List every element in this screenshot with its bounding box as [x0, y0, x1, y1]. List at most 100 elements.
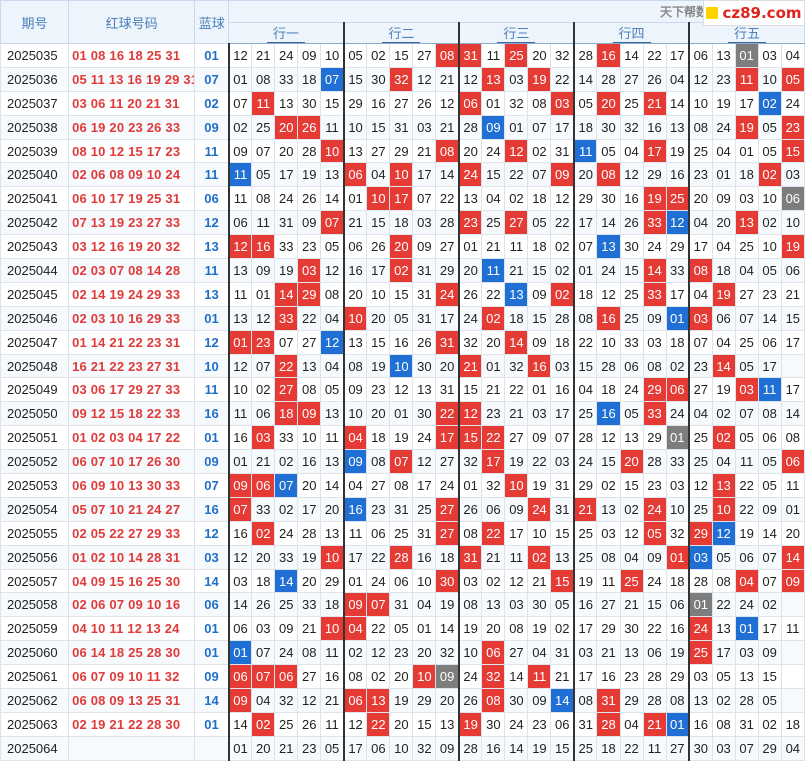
number-cell: 21	[780, 281, 805, 307]
number-cell: 21	[320, 688, 345, 713]
number-cell: 16	[366, 90, 391, 116]
number-cell: 30	[688, 735, 713, 761]
number-cell: 23	[688, 162, 713, 188]
period-cell: 2025041	[0, 186, 70, 212]
number-cell: 04	[711, 449, 736, 475]
number-cell-highlighted: 16	[527, 353, 552, 379]
number-cell: 09	[435, 735, 460, 761]
red-balls-cell: 06 19 20 23 26 33	[68, 114, 196, 140]
blue-ball-cell: 01	[194, 640, 230, 666]
number-cell: 05	[711, 544, 736, 570]
number-cell: 32	[504, 90, 529, 116]
number-cell: 10	[757, 234, 782, 260]
number-cell: 01	[504, 114, 529, 140]
number-cell: 30	[527, 592, 552, 618]
number-cell-highlighted: 09	[297, 401, 322, 427]
number-cell: 24	[665, 401, 690, 427]
number-cell-highlighted: 20	[274, 114, 299, 140]
number-cell-highlighted: 33	[642, 401, 667, 427]
number-cell-highlighted: 10	[389, 353, 414, 379]
table-row: 2025060 06 14 18 25 28 30 01 01 07 24 08 11 02 12…	[0, 640, 805, 666]
number-cell: 15	[642, 592, 667, 618]
number-cell: 13	[227, 305, 253, 331]
number-cell: 02	[274, 496, 299, 522]
number-cell-highlighted: 17	[642, 138, 667, 164]
number-cell-highlighted: 08	[481, 688, 506, 713]
period-cell: 2025062	[0, 688, 70, 713]
number-cell: 04	[481, 186, 506, 212]
red-balls-cell: 01 02 03 04 17 22	[68, 425, 196, 451]
number-cell: 02	[711, 688, 736, 713]
period-cell: 2025050	[0, 401, 70, 427]
number-cell: 03	[757, 43, 782, 68]
number-cell: 15	[366, 329, 391, 355]
number-cell: 15	[366, 114, 391, 140]
number-cell: 24	[642, 234, 667, 260]
number-cell: 13	[457, 186, 483, 212]
number-cell-highlighted: 01	[665, 305, 690, 331]
number-cell: 27	[366, 473, 391, 498]
number-cell: 06	[780, 258, 805, 283]
number-cell: 25	[572, 401, 598, 427]
number-cell: 02	[527, 138, 552, 164]
number-cell: 31	[550, 473, 575, 498]
number-cell: 23	[481, 401, 506, 427]
red-balls-cell: 02 03 07 08 14 28	[68, 258, 196, 283]
blue-ball-cell: 13	[194, 281, 230, 307]
number-cell-highlighted: 21	[642, 711, 667, 737]
number-cell: 19	[711, 90, 736, 116]
number-cell: 24	[274, 43, 299, 68]
number-cell: 04	[688, 210, 713, 236]
red-balls-cell: 03 06 11 20 21 31	[68, 90, 196, 116]
number-cell: 04	[780, 735, 805, 761]
number-cell: 23	[619, 664, 644, 690]
number-cell: 06	[227, 616, 253, 642]
number-cell-highlighted: 01	[227, 640, 253, 666]
number-cell: 21	[435, 66, 460, 92]
blue-ball-cell: 16	[194, 401, 230, 427]
number-cell-highlighted: 10	[366, 186, 391, 212]
number-cell: 33	[251, 496, 276, 522]
number-cell: 30	[412, 353, 437, 379]
number-cell: 10	[389, 735, 414, 761]
red-balls-cell: 02 05 22 27 29 33	[68, 520, 196, 546]
number-cell: 28	[457, 735, 483, 761]
blue-ball-cell: 09	[194, 114, 230, 140]
number-cell: 11	[734, 449, 759, 475]
number-cell-highlighted: 02	[481, 305, 506, 331]
blue-ball-cell: 01	[194, 305, 230, 331]
number-cell: 19	[734, 520, 759, 546]
number-cell: 17	[665, 43, 690, 68]
number-cell: 06	[227, 210, 253, 236]
number-cell: 17	[780, 377, 805, 403]
number-cell: 04	[619, 711, 644, 737]
number-cell: 20	[412, 640, 437, 666]
number-cell: 19	[527, 473, 552, 498]
number-cell-highlighted: 26	[297, 114, 322, 140]
number-cell: 29	[665, 234, 690, 260]
number-cell: 27	[366, 138, 391, 164]
table-row: 2025057 04 09 15 16 25 30 14 03 18 14 20 29 01 24…	[0, 568, 805, 594]
number-cell: 10	[412, 568, 437, 594]
blue-ball-cell: 01	[194, 43, 230, 68]
number-cell-highlighted: 24	[457, 162, 483, 188]
period-cell: 2025055	[0, 520, 70, 546]
period-cell: 2025036	[0, 66, 70, 92]
blue-ball-cell: 01	[194, 425, 230, 451]
number-cell: 21	[550, 664, 575, 690]
number-cell: 08	[251, 186, 276, 212]
number-cell: 16	[227, 520, 253, 546]
number-cell: 02	[481, 568, 506, 594]
number-cell-highlighted: 11	[481, 258, 506, 283]
number-cell-highlighted: 06	[457, 90, 483, 116]
number-cell: 12	[342, 711, 368, 737]
number-cell: 13	[550, 544, 575, 570]
number-cell: 15	[389, 281, 414, 307]
number-cell-highlighted: 05	[780, 66, 805, 92]
number-cell: 08	[688, 114, 713, 140]
period-cell: 2025061	[0, 664, 70, 690]
number-cell: 11	[320, 425, 345, 451]
number-cell: 04	[734, 258, 759, 283]
number-cell: 25	[274, 592, 299, 618]
number-cell: 10	[342, 114, 368, 140]
